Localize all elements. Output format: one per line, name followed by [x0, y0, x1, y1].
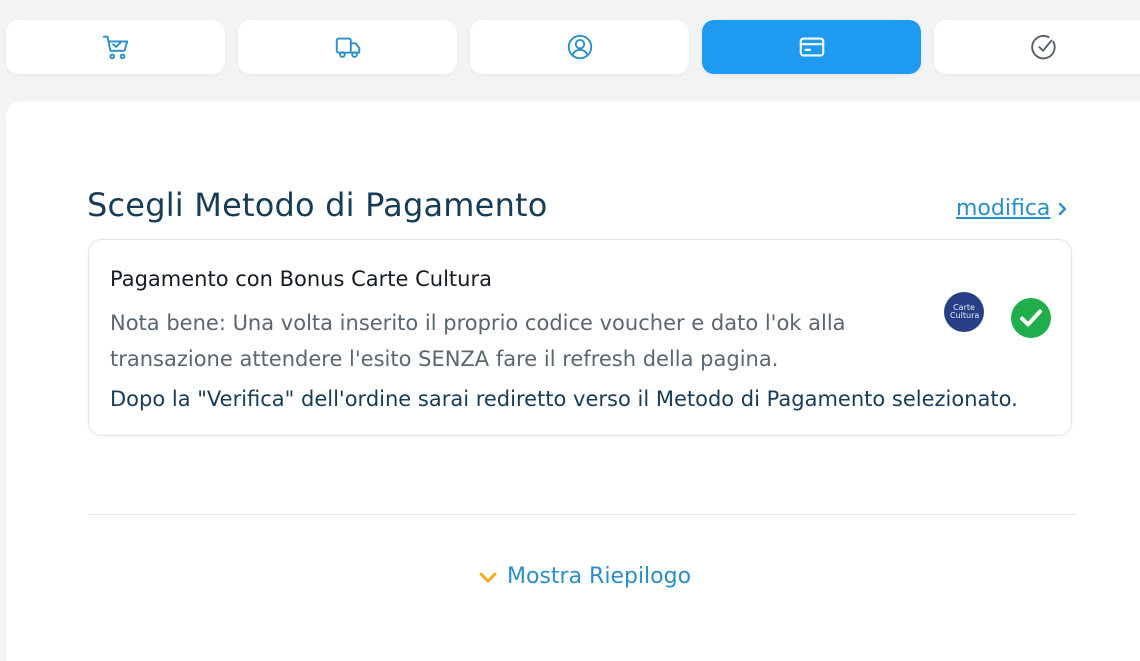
- checkout-steps: [6, 20, 1140, 76]
- user-circle-icon: [567, 34, 592, 60]
- carte-cultura-logo-text: Carte Cultura: [950, 303, 980, 320]
- credit-card-icon: [799, 37, 824, 57]
- payment-method-title: Pagamento con Bonus Carte Cultura: [110, 267, 492, 291]
- step-confirm[interactable]: [934, 20, 1140, 74]
- show-summary-toggle[interactable]: Mostra Riepilogo: [477, 562, 691, 592]
- step-payment[interactable]: [702, 20, 921, 74]
- page-title: Scegli Metodo di Pagamento: [87, 186, 548, 224]
- payment-method-note: Nota bene: Una volta inserito il proprio…: [110, 311, 846, 371]
- check-circle-icon: [1030, 34, 1056, 60]
- chevron-right-icon[interactable]: [1057, 199, 1069, 219]
- cart-check-icon: [102, 35, 128, 60]
- divider: [88, 514, 1076, 515]
- modify-link[interactable]: modifica: [956, 194, 1050, 224]
- step-account[interactable]: [470, 20, 689, 74]
- selected-check-icon: [1011, 298, 1051, 338]
- step-cart[interactable]: [6, 20, 225, 74]
- show-summary-label: Mostra Riepilogo: [507, 564, 692, 589]
- truck-icon: [335, 37, 360, 58]
- chevron-down-icon: [479, 572, 497, 583]
- step-shipping[interactable]: [238, 20, 457, 74]
- carte-cultura-logo: Carte Cultura: [944, 292, 984, 332]
- payment-redirect-info: Dopo la "Verifica" dell'ordine sarai red…: [110, 387, 1018, 411]
